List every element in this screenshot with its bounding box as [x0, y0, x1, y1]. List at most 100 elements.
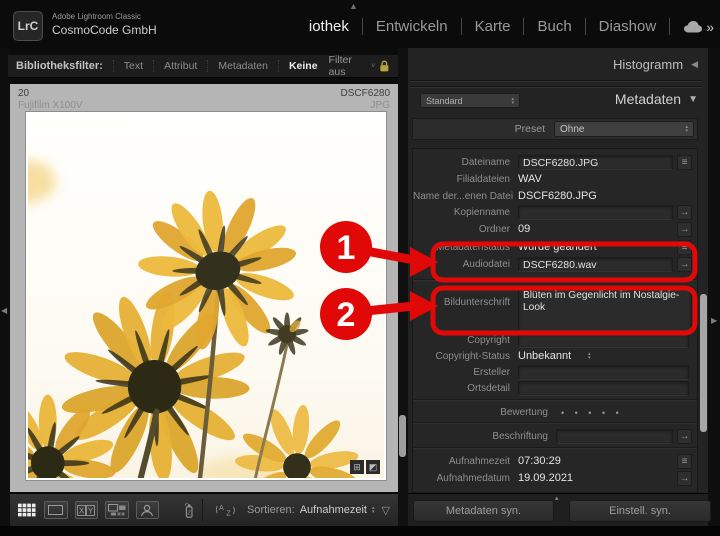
field-location: Ortsdetail [413, 381, 697, 396]
crop-badge-icon[interactable]: ⊞ [350, 460, 364, 474]
filename-input[interactable]: DSCF6280.JPG [518, 155, 673, 170]
cell-index: 20 [18, 88, 82, 99]
svg-text:X: X [79, 506, 85, 515]
sort-direction-icon[interactable]: A Z [215, 501, 236, 519]
module-develop[interactable]: Entwickeln [376, 18, 448, 35]
field-separator [414, 399, 697, 401]
right-panel-collapse-icon[interactable]: ▶ [711, 316, 717, 325]
cell-filename: DSCF6280 [341, 88, 390, 99]
filter-preset-dropdown[interactable]: Filter aus ˅ [329, 54, 390, 78]
adjustment-badge-icon[interactable]: ◩ [366, 460, 380, 474]
label-input[interactable] [556, 429, 673, 444]
survey-view-icon[interactable] [105, 501, 129, 519]
caret-down-icon: ˅ [371, 63, 375, 70]
library-toolbar: X Y Z A Z [10, 493, 398, 526]
top-bar: ▲ LrC Adobe Lightroom Classic CosmoCode … [0, 0, 720, 48]
sort-dropdown[interactable]: Sortieren: Aufnahmezeit ▴▾ [247, 504, 374, 516]
panel-scrollbar-handle[interactable] [700, 294, 707, 432]
cell-filetype: JPG [341, 100, 390, 111]
filter-tab-metadata[interactable]: Metadaten [207, 60, 278, 72]
left-panel-expand-icon[interactable]: ◀ [1, 306, 7, 315]
cloud-icon [683, 20, 703, 33]
module-slideshow[interactable]: Diashow [599, 18, 657, 35]
grid-thumbnail-cell[interactable]: 20 Fujifilm X100V DSCF6280 JPG ⊞ ◩ [10, 84, 398, 492]
filter-status-label: Filter aus [329, 54, 368, 78]
filter-tab-text[interactable]: Text [113, 60, 153, 72]
module-separator [585, 18, 586, 35]
field-capture-time: Aufnahmezeit 07:30:29 ≡ [413, 454, 697, 469]
menu-icon[interactable]: ≡ [677, 155, 692, 170]
module-book[interactable]: Buch [537, 18, 571, 35]
metadata-view-value: Standard [426, 96, 463, 106]
app-title: Adobe Lightroom Classic CosmoCode GmbH [52, 12, 157, 37]
grid-view-icon[interactable] [18, 502, 37, 518]
right-edge-strip[interactable]: ▶ [708, 48, 720, 526]
field-rating: Bewertung • • • • • [413, 405, 697, 420]
rating-dots[interactable]: • • • • • [561, 408, 619, 418]
field-filename: Dateiname DSCF6280.JPG ≡ [413, 155, 697, 170]
photo-thumbnail[interactable]: ⊞ ◩ [25, 111, 387, 481]
painter-spray-icon[interactable]: Z [184, 500, 194, 520]
histogram-header[interactable]: Histogramm ◀ [408, 54, 698, 74]
filter-tab-attribute[interactable]: Attribut [153, 60, 207, 72]
module-library[interactable]: iothek [309, 18, 349, 35]
thumbnail-size-dropdown-icon[interactable]: ▽ [382, 504, 390, 517]
bottom-panel-collapse-icon[interactable]: ▴ [555, 494, 559, 502]
filter-lock-icon[interactable] [379, 59, 390, 73]
preset-label: Preset [515, 123, 545, 135]
caption-textarea[interactable]: Blüten im Gegenlicht im Nostalgie-Look [518, 286, 692, 331]
thumbnail-badges: ⊞ ◩ [350, 460, 380, 474]
field-copy-name: Kopienname → [413, 205, 697, 220]
metadata-panel-title[interactable]: Metadaten ▼ [615, 91, 698, 107]
spinner-icon: ▴▾ [372, 506, 375, 514]
field-metadata-status: Metadatenstatus Wurde geändert ≡ [413, 240, 697, 255]
field-copyright-status: Copyright-Status Unbekannt ▴▾ [413, 349, 697, 364]
metadata-view-dropdown[interactable]: Standard ▴▾ [420, 93, 520, 108]
loupe-view-icon[interactable] [44, 501, 68, 519]
audio-file-input[interactable]: DSCF6280.wav [518, 257, 673, 272]
field-label: Beschriftung → [413, 429, 697, 444]
copy-name-input[interactable] [518, 205, 673, 220]
module-separator [362, 18, 363, 35]
menu-icon[interactable]: ≡ [677, 454, 692, 469]
grid-scrollbar-handle[interactable] [399, 415, 406, 457]
left-panel-collapsed[interactable]: ◀ [0, 48, 10, 526]
sync-button-bar: ▴ Metadaten syn. Einstell. syn. [408, 493, 708, 526]
arrow-icon[interactable]: → [677, 429, 692, 444]
copyright-input[interactable] [518, 333, 689, 348]
arrow-icon[interactable]: → [677, 205, 692, 220]
field-audio-file: Audiodatei DSCF6280.wav → [413, 257, 697, 272]
svg-text:Z: Z [188, 510, 192, 516]
compare-view-icon[interactable]: X Y [75, 501, 99, 519]
lightroom-window: ▲ LrC Adobe Lightroom Classic CosmoCode … [0, 0, 720, 536]
histogram-title: Histogramm [613, 57, 683, 72]
sort-value: Aufnahmezeit [300, 504, 367, 516]
top-panel-collapse-icon[interactable]: ▲ [349, 1, 358, 11]
menu-icon[interactable]: ≡ [677, 240, 692, 255]
spinner-icon: ▴▾ [685, 125, 688, 133]
field-creator: Ersteller [413, 365, 697, 380]
metadata-section-header[interactable]: Standard ▴▾ Metadaten ▼ [408, 90, 698, 112]
panel-divider [410, 86, 702, 88]
arrow-icon[interactable]: → [677, 257, 692, 272]
histogram-collapse-icon[interactable]: ◀ [691, 59, 698, 70]
flower-photo [28, 114, 384, 478]
location-input[interactable] [518, 381, 689, 396]
module-map[interactable]: Karte [475, 18, 511, 35]
people-view-icon[interactable] [136, 501, 160, 519]
spinner-icon[interactable]: ▴▾ [588, 352, 591, 360]
filter-tab-none[interactable]: Keine [278, 60, 328, 72]
creator-input[interactable] [518, 365, 689, 380]
preset-dropdown[interactable]: Ohne ▴▾ [554, 121, 694, 137]
sync-settings-button[interactable]: Einstell. syn. [569, 500, 711, 522]
window-bottom-edge [0, 526, 720, 536]
arrow-icon[interactable]: → [677, 471, 692, 486]
arrow-icon[interactable]: → [677, 222, 692, 237]
field-caption: Bildunterschrift Blüten im Gegenlicht im… [413, 286, 697, 332]
sync-status[interactable]: » [683, 19, 714, 35]
panel-divider [410, 80, 702, 82]
sync-metadata-button[interactable]: Metadaten syn. [413, 500, 554, 522]
cell-header: 20 Fujifilm X100V DSCF6280 JPG [18, 88, 390, 111]
spinner-icon: ▴▾ [511, 97, 514, 105]
app-name: Adobe Lightroom Classic [52, 12, 157, 21]
